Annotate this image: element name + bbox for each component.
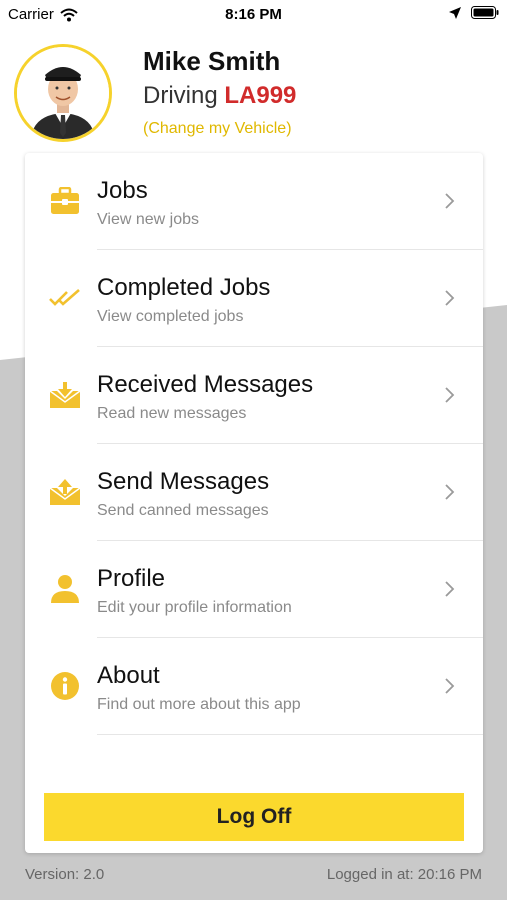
chevron-right-icon bbox=[445, 678, 455, 694]
divider bbox=[97, 734, 483, 735]
menu-item-title: Profile bbox=[97, 565, 166, 592]
user-icon bbox=[47, 573, 83, 605]
menu-item-title: Completed Jobs bbox=[97, 274, 271, 301]
menu-item-subtitle: View completed jobs bbox=[97, 308, 244, 325]
change-vehicle-link[interactable]: (Change my Vehicle) bbox=[143, 120, 292, 138]
menu-item-subtitle: Find out more about this app bbox=[97, 696, 301, 713]
briefcase-icon bbox=[47, 185, 83, 217]
chevron-right-icon bbox=[445, 290, 455, 306]
battery-icon bbox=[471, 6, 499, 19]
menu-item-title: About bbox=[97, 662, 160, 689]
status-bar: Carrier 8:16 PM bbox=[0, 0, 507, 28]
menu-item-send-messages[interactable]: Send Messages Send canned messages bbox=[25, 444, 483, 541]
driver-header: Mike Smith Driving LA999 (Change my Vehi… bbox=[0, 28, 507, 150]
menu-item-subtitle: Edit your profile information bbox=[97, 599, 292, 616]
menu-item-subtitle: Send canned messages bbox=[97, 502, 269, 519]
version-label: Version: 2.0 bbox=[25, 866, 105, 883]
menu-item-received-messages[interactable]: Received Messages Read new messages bbox=[25, 347, 483, 444]
driver-name: Mike Smith bbox=[143, 46, 281, 76]
inbox-download-icon bbox=[47, 379, 83, 411]
menu-item-completed-jobs[interactable]: Completed Jobs View completed jobs bbox=[25, 250, 483, 347]
status-right bbox=[449, 6, 499, 19]
info-icon bbox=[47, 670, 83, 702]
menu-item-profile[interactable]: Profile Edit your profile information bbox=[25, 541, 483, 638]
double-check-icon bbox=[47, 282, 83, 314]
chevron-right-icon bbox=[445, 193, 455, 209]
inbox-upload-icon bbox=[47, 476, 83, 508]
chevron-right-icon bbox=[445, 484, 455, 500]
menu-item-title: Send Messages bbox=[97, 468, 270, 495]
menu-item-subtitle: Read new messages bbox=[97, 405, 247, 422]
menu-list: Jobs View new jobs Completed Jobs View c… bbox=[25, 153, 483, 735]
menu-item-about[interactable]: About Find out more about this app bbox=[25, 638, 483, 735]
driver-photo bbox=[17, 47, 109, 139]
log-off-button[interactable]: Log Off bbox=[44, 793, 464, 841]
chevron-right-icon bbox=[445, 387, 455, 403]
avatar bbox=[14, 44, 112, 142]
footer: Version: 2.0 Logged in at: 20:16 PM bbox=[0, 866, 507, 888]
menu-item-title: Jobs bbox=[97, 177, 148, 204]
driving-prefix: Driving bbox=[143, 82, 218, 109]
menu-item-title: Received Messages bbox=[97, 371, 314, 398]
vehicle-plate: LA999 bbox=[224, 82, 297, 109]
status-time: 8:16 PM bbox=[225, 6, 282, 23]
logged-in-label: Logged in at: 20:16 PM bbox=[326, 866, 482, 883]
location-arrow-icon bbox=[449, 6, 461, 19]
menu-item-subtitle: View new jobs bbox=[97, 211, 199, 228]
driving-line: Driving LA999 bbox=[143, 82, 296, 110]
chevron-right-icon bbox=[445, 581, 455, 597]
menu-card: Jobs View new jobs Completed Jobs View c… bbox=[25, 153, 483, 853]
menu-item-jobs[interactable]: Jobs View new jobs bbox=[25, 153, 483, 250]
